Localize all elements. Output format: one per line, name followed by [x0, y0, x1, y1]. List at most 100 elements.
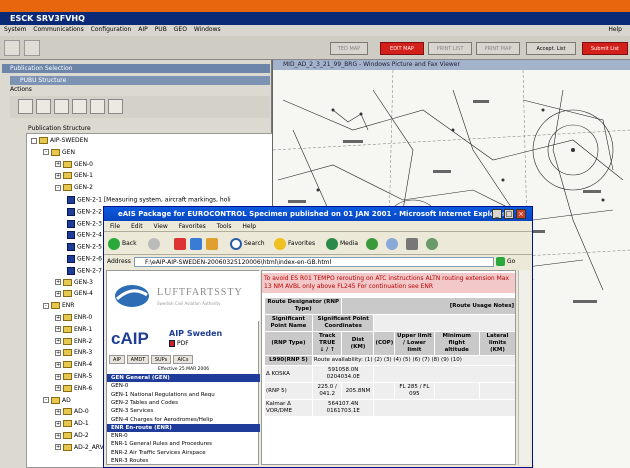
nav-item[interactable]: GEN-0 — [107, 382, 260, 390]
tree-node[interactable]: GEN-2-7 — [67, 266, 102, 275]
pdf-link[interactable]: PDF — [169, 340, 189, 347]
menu-system[interactable]: System — [4, 26, 26, 33]
tree-node[interactable]: + ENR-5 — [55, 373, 92, 381]
nav-item[interactable]: GEN-2 Tables and Codes — [107, 399, 260, 407]
tree-node[interactable]: + ENR-2 — [55, 337, 92, 346]
expander-icon[interactable]: + — [55, 444, 61, 451]
nav-item[interactable]: ENR-0 — [107, 432, 260, 440]
mail-button[interactable] — [386, 237, 400, 251]
ted-map-button[interactable]: TED MAP — [330, 42, 368, 55]
close-button[interactable]: × — [516, 209, 526, 219]
go-button[interactable]: Go — [496, 256, 528, 268]
expander-icon[interactable]: + — [55, 432, 61, 439]
minimize-button[interactable]: _ — [492, 209, 502, 219]
expander-icon[interactable]: + — [55, 349, 61, 356]
expander-icon[interactable]: - — [43, 302, 49, 309]
check-doc-icon[interactable] — [54, 99, 69, 114]
copy-icon[interactable] — [72, 99, 87, 114]
tree-node[interactable]: + ENR-4 — [55, 361, 92, 369]
expander-icon[interactable]: + — [55, 338, 61, 345]
filter-icon[interactable] — [108, 99, 123, 114]
actions-menu[interactable]: Actions — [10, 86, 270, 94]
home-button[interactable] — [206, 237, 220, 251]
forward-button[interactable] — [148, 237, 162, 251]
tree-node[interactable]: + AD-2 — [55, 432, 89, 440]
print-list-button[interactable]: PRINT LIST — [428, 42, 472, 55]
ie-menu-tools[interactable]: Tools — [217, 223, 232, 230]
tree-node[interactable]: - GEN — [43, 148, 75, 157]
tree-node[interactable]: GEN-2-5 — [67, 243, 102, 252]
tree-node[interactable]: + AD-2_ARV — [55, 443, 104, 452]
menu-aip[interactable]: AIP — [138, 26, 148, 33]
expander-icon[interactable]: + — [55, 326, 61, 333]
favorites-button[interactable]: Favorites — [274, 237, 315, 251]
tree-node[interactable]: AIP-SWEDEN — [31, 137, 88, 145]
menu-pub[interactable]: PUB — [155, 26, 167, 33]
menu-configuration[interactable]: Configuration — [91, 26, 132, 33]
edit-doc-icon[interactable] — [36, 99, 51, 114]
search-button[interactable]: Search — [230, 237, 265, 251]
expander-icon[interactable]: - — [43, 397, 49, 404]
tab-aip[interactable]: AIP — [109, 355, 125, 364]
edit-page-button[interactable] — [426, 237, 440, 251]
tree-node[interactable]: GEN-2-6 — [67, 255, 102, 263]
expander-icon[interactable]: + — [55, 385, 61, 392]
expander-icon[interactable]: + — [55, 314, 61, 321]
stop-button[interactable] — [174, 237, 188, 251]
expander-icon[interactable]: - — [43, 149, 49, 156]
history-button[interactable] — [366, 237, 380, 251]
tree-node[interactable]: + GEN-1 — [55, 172, 93, 180]
tab-amdt[interactable]: AMDT — [127, 355, 149, 364]
refresh-button[interactable] — [190, 237, 204, 251]
content-scrollbar[interactable] — [518, 270, 530, 465]
tree-node[interactable]: + ENR-1 — [55, 325, 92, 334]
print-button[interactable] — [406, 237, 420, 251]
tree-node[interactable]: GEN-2-1 [Measuring system, aircraft mark… — [67, 196, 231, 204]
menu-geo[interactable]: GEO — [174, 26, 187, 33]
tree-node[interactable]: + AD-1 — [55, 420, 89, 428]
expander-icon[interactable]: + — [55, 279, 61, 286]
expander-icon[interactable]: + — [55, 172, 61, 179]
nav-item[interactable]: ENR-3 Routes — [107, 457, 260, 465]
tree-node[interactable]: - GEN-2 — [55, 184, 93, 192]
edit-map-button[interactable]: EDIT MAP — [380, 42, 424, 55]
expander-icon[interactable] — [31, 137, 37, 144]
accept-list-button[interactable]: Accept. List — [526, 42, 576, 55]
ie-menu-view[interactable]: View — [154, 223, 168, 230]
toolbar-pin-icon[interactable] — [4, 40, 20, 56]
menu-help[interactable]: Help — [608, 26, 622, 33]
expander-icon[interactable]: + — [55, 161, 61, 168]
tree-node[interactable]: + ENR-3 — [55, 349, 92, 357]
nav-item[interactable]: GEN-4 Charges for Aerodromes/Helip — [107, 416, 260, 424]
blank-doc-icon[interactable] — [18, 99, 33, 114]
settings-icon[interactable] — [90, 99, 105, 114]
address-input[interactable]: F:\eAIP-AIP-SWEDEN-20060325120006\html\i… — [134, 257, 494, 267]
ie-menu-file[interactable]: File — [110, 223, 120, 230]
toolbar-window-icon[interactable] — [24, 40, 40, 56]
tree-node[interactable]: + ENR-0 — [55, 314, 92, 322]
tab-aics[interactable]: AICs — [173, 355, 193, 364]
tree-node[interactable]: - ENR — [43, 302, 74, 310]
expander-icon[interactable]: + — [55, 373, 61, 380]
expander-icon[interactable]: + — [55, 408, 61, 415]
tree-node[interactable]: + GEN-4 — [55, 290, 93, 298]
expander-icon[interactable]: - — [55, 184, 61, 191]
ie-menu-help[interactable]: Help — [242, 223, 256, 230]
nav-item[interactable]: ENR-1 General Rules and Procedures — [107, 440, 260, 448]
back-button[interactable]: Back — [108, 237, 137, 251]
submit-list-button[interactable]: Submit List — [582, 42, 628, 55]
maximize-button[interactable]: □ — [504, 209, 514, 219]
tree-node[interactable]: + GEN-0 — [55, 160, 93, 169]
menu-windows[interactable]: Windows — [194, 26, 221, 33]
tree-node[interactable]: GEN-2-4 — [67, 231, 102, 240]
nav-item[interactable]: GEN-3 Services — [107, 407, 260, 415]
tree-node[interactable]: + ENR-6 — [55, 384, 92, 393]
nav-item[interactable]: GEN General (GEN) — [107, 374, 260, 382]
media-button[interactable]: Media — [326, 237, 358, 251]
tab-sups[interactable]: SUPs — [151, 355, 171, 364]
nav-item[interactable]: GEN-1 National Regulations and Requ — [107, 391, 260, 399]
menu-communications[interactable]: Communications — [33, 26, 83, 33]
tree-node[interactable]: + AD-0 — [55, 408, 89, 416]
tree-node[interactable]: - AD — [43, 396, 71, 405]
nav-item[interactable]: ENR-2 Air Traffic Services Airspace — [107, 449, 260, 457]
